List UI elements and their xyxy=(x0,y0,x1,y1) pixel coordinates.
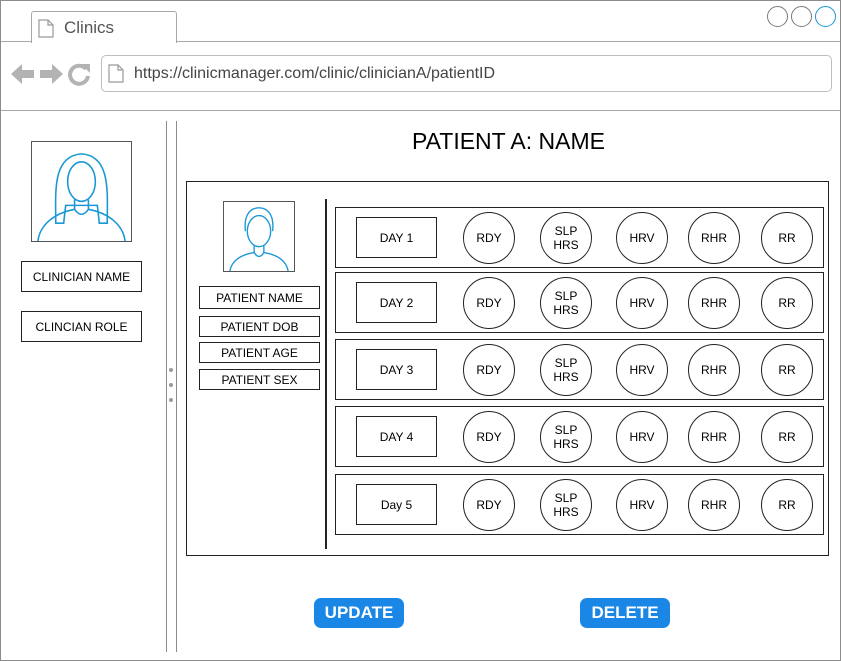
forward-arrow-icon[interactable] xyxy=(39,63,63,90)
navigation-bar: https://clinicmanager.com/clinic/clinici… xyxy=(1,42,840,111)
metric-rdy[interactable]: RDY xyxy=(463,411,515,463)
day-label: DAY 1 xyxy=(356,217,437,258)
document-icon xyxy=(108,64,124,88)
patient-name-field: PATIENT NAME xyxy=(199,286,320,309)
metric-rhr[interactable]: RHR xyxy=(688,277,740,329)
metric-hrv[interactable]: HRV xyxy=(616,411,668,463)
patient-age-field: PATIENT AGE xyxy=(199,342,320,363)
metric-rhr[interactable]: RHR xyxy=(688,479,740,531)
day-row-1[interactable]: DAY 1 RDY SLP HRS HRV RHR RR xyxy=(335,207,824,268)
address-bar[interactable]: https://clinicmanager.com/clinic/clinici… xyxy=(101,55,832,92)
metric-rdy[interactable]: RDY xyxy=(463,212,515,264)
metric-hrv[interactable]: HRV xyxy=(616,277,668,329)
browser-tab[interactable]: Clinics xyxy=(31,11,177,43)
metric-slp-hrs[interactable]: SLP HRS xyxy=(540,212,592,264)
back-arrow-icon[interactable] xyxy=(11,63,35,90)
reload-icon[interactable] xyxy=(67,62,91,91)
day-label: DAY 2 xyxy=(356,282,437,323)
day-label: Day 5 xyxy=(356,484,437,525)
day-row-5[interactable]: Day 5 RDY SLP HRS HRV RHR RR xyxy=(335,474,824,535)
patient-avatar xyxy=(223,201,295,272)
url-text: https://clinicmanager.com/clinic/clinici… xyxy=(134,65,496,82)
avatar-icon xyxy=(32,153,131,241)
day-row-2[interactable]: DAY 2 RDY SLP HRS HRV RHR RR xyxy=(335,272,824,333)
metric-hrv[interactable]: HRV xyxy=(616,212,668,264)
document-icon xyxy=(38,19,54,43)
metric-slp-hrs[interactable]: SLP HRS xyxy=(540,479,592,531)
drag-grip-icon[interactable] xyxy=(169,368,173,402)
metric-slp-hrs[interactable]: SLP HRS xyxy=(540,411,592,463)
close-control-icon[interactable] xyxy=(815,6,836,27)
tab-bar: Clinics xyxy=(1,1,840,43)
metric-hrv[interactable]: HRV xyxy=(616,344,668,396)
clinician-role-field: CLINCIAN ROLE xyxy=(21,311,142,342)
day-label: DAY 4 xyxy=(356,416,437,457)
metric-rr[interactable]: RR xyxy=(761,277,813,329)
sidebar-divider xyxy=(176,121,177,652)
day-label: DAY 3 xyxy=(356,349,437,390)
sidebar-divider xyxy=(166,121,167,652)
window-controls xyxy=(767,6,836,27)
day-row-3[interactable]: DAY 3 RDY SLP HRS HRV RHR RR xyxy=(335,339,824,400)
delete-button[interactable]: DELETE xyxy=(580,598,670,628)
metric-rhr[interactable]: RHR xyxy=(688,344,740,396)
panel-divider xyxy=(325,199,327,549)
metric-rdy[interactable]: RDY xyxy=(463,479,515,531)
page-title: PATIENT A: NAME xyxy=(412,128,605,154)
minimize-control-icon[interactable] xyxy=(767,6,788,27)
metric-rhr[interactable]: RHR xyxy=(688,411,740,463)
tab-title: Clinics xyxy=(64,18,115,37)
patient-sex-field: PATIENT SEX xyxy=(199,369,320,390)
metric-rr[interactable]: RR xyxy=(761,344,813,396)
metric-slp-hrs[interactable]: SLP HRS xyxy=(540,344,592,396)
browser-window: Clinics https://clinicmanager.com/clinic… xyxy=(0,0,841,661)
metric-rr[interactable]: RR xyxy=(761,479,813,531)
day-row-4[interactable]: DAY 4 RDY SLP HRS HRV RHR RR xyxy=(335,406,824,467)
metric-hrv[interactable]: HRV xyxy=(616,479,668,531)
metric-rdy[interactable]: RDY xyxy=(463,344,515,396)
metric-rr[interactable]: RR xyxy=(761,212,813,264)
metric-rhr[interactable]: RHR xyxy=(688,212,740,264)
metric-rdy[interactable]: RDY xyxy=(463,277,515,329)
patient-dob-field: PATIENT DOB xyxy=(199,316,320,337)
update-button[interactable]: UPDATE xyxy=(314,598,404,628)
metric-slp-hrs[interactable]: SLP HRS xyxy=(540,277,592,329)
clinician-name-field: CLINICIAN NAME xyxy=(21,261,142,292)
clinician-avatar xyxy=(31,141,132,242)
maximize-control-icon[interactable] xyxy=(791,6,812,27)
metric-rr[interactable]: RR xyxy=(761,411,813,463)
avatar-icon xyxy=(224,207,294,271)
